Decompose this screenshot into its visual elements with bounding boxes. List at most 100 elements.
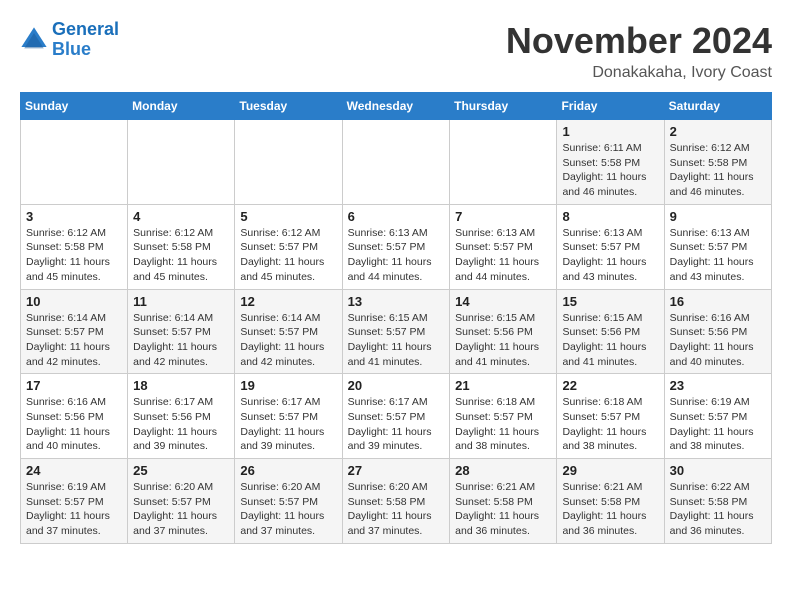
- calendar-cell: 3 Sunrise: 6:12 AMSunset: 5:58 PMDaylight…: [21, 204, 128, 289]
- title-block: November 2024 Donakakaha, Ivory Coast: [506, 20, 772, 82]
- calendar-week-row: 17 Sunrise: 6:16 AMSunset: 5:56 PMDayligh…: [21, 374, 772, 459]
- calendar-cell: 22 Sunrise: 6:18 AMSunset: 5:57 PMDayligh…: [557, 374, 664, 459]
- calendar-table: SundayMondayTuesdayWednesdayThursdayFrid…: [20, 92, 772, 544]
- day-info: Sunrise: 6:17 AMSunset: 5:57 PMDaylight:…: [240, 395, 336, 454]
- day-info: Sunrise: 6:12 AMSunset: 5:58 PMDaylight:…: [26, 226, 122, 285]
- day-number: 9: [670, 209, 766, 224]
- day-number: 14: [455, 294, 551, 309]
- day-number: 24: [26, 463, 122, 478]
- day-info: Sunrise: 6:20 AMSunset: 5:57 PMDaylight:…: [240, 480, 336, 539]
- calendar-cell: 7 Sunrise: 6:13 AMSunset: 5:57 PMDaylight…: [450, 204, 557, 289]
- day-number: 2: [670, 124, 766, 139]
- calendar-cell: 29 Sunrise: 6:21 AMSunset: 5:58 PMDayligh…: [557, 459, 664, 544]
- weekday-header-thursday: Thursday: [450, 93, 557, 120]
- day-number: 18: [133, 378, 229, 393]
- calendar-cell: 21 Sunrise: 6:18 AMSunset: 5:57 PMDayligh…: [450, 374, 557, 459]
- day-info: Sunrise: 6:16 AMSunset: 5:56 PMDaylight:…: [670, 311, 766, 370]
- day-info: Sunrise: 6:14 AMSunset: 5:57 PMDaylight:…: [26, 311, 122, 370]
- calendar-cell: 9Sunrise: 6:13 AMSunset: 5:57 PMDaylight…: [664, 204, 771, 289]
- calendar-cell: 14 Sunrise: 6:15 AMSunset: 5:56 PMDayligh…: [450, 289, 557, 374]
- day-number: 16: [670, 294, 766, 309]
- calendar-cell: 18Sunrise: 6:17 AMSunset: 5:56 PMDayligh…: [128, 374, 235, 459]
- day-info: Sunrise: 6:15 AMSunset: 5:57 PMDaylight:…: [348, 311, 445, 370]
- day-number: 25: [133, 463, 229, 478]
- day-number: 11: [133, 294, 229, 309]
- weekday-header-sunday: Sunday: [21, 93, 128, 120]
- calendar-cell: 1 Sunrise: 6:11 AMSunset: 5:58 PMDaylight…: [557, 120, 664, 205]
- calendar-cell: 19 Sunrise: 6:17 AMSunset: 5:57 PMDayligh…: [235, 374, 342, 459]
- calendar-week-row: 24 Sunrise: 6:19 AMSunset: 5:57 PMDayligh…: [21, 459, 772, 544]
- day-number: 22: [562, 378, 658, 393]
- day-info: Sunrise: 6:11 AMSunset: 5:58 PMDaylight:…: [562, 141, 658, 200]
- calendar-cell: 12 Sunrise: 6:14 AMSunset: 5:57 PMDayligh…: [235, 289, 342, 374]
- calendar-cell: [342, 120, 450, 205]
- day-info: Sunrise: 6:17 AMSunset: 5:57 PMDaylight:…: [348, 395, 445, 454]
- day-number: 6: [348, 209, 445, 224]
- day-number: 17: [26, 378, 122, 393]
- calendar-cell: [235, 120, 342, 205]
- day-info: Sunrise: 6:18 AMSunset: 5:57 PMDaylight:…: [455, 395, 551, 454]
- day-number: 21: [455, 378, 551, 393]
- day-number: 19: [240, 378, 336, 393]
- calendar-cell: 20 Sunrise: 6:17 AMSunset: 5:57 PMDayligh…: [342, 374, 450, 459]
- calendar-cell: 23Sunrise: 6:19 AMSunset: 5:57 PMDayligh…: [664, 374, 771, 459]
- calendar-cell: 11Sunrise: 6:14 AMSunset: 5:57 PMDayligh…: [128, 289, 235, 374]
- weekday-header-row: SundayMondayTuesdayWednesdayThursdayFrid…: [21, 93, 772, 120]
- calendar-cell: 13 Sunrise: 6:15 AMSunset: 5:57 PMDayligh…: [342, 289, 450, 374]
- calendar-cell: 5 Sunrise: 6:12 AMSunset: 5:57 PMDaylight…: [235, 204, 342, 289]
- calendar-cell: 17 Sunrise: 6:16 AMSunset: 5:56 PMDayligh…: [21, 374, 128, 459]
- day-info: Sunrise: 6:15 AMSunset: 5:56 PMDaylight:…: [455, 311, 551, 370]
- day-number: 5: [240, 209, 336, 224]
- day-info: Sunrise: 6:14 AMSunset: 5:57 PMDaylight:…: [240, 311, 336, 370]
- day-info: Sunrise: 6:15 AMSunset: 5:56 PMDaylight:…: [562, 311, 658, 370]
- calendar-cell: 28 Sunrise: 6:21 AMSunset: 5:58 PMDayligh…: [450, 459, 557, 544]
- day-info: Sunrise: 6:18 AMSunset: 5:57 PMDaylight:…: [562, 395, 658, 454]
- calendar-cell: 27Sunrise: 6:20 AMSunset: 5:58 PMDayligh…: [342, 459, 450, 544]
- day-number: 30: [670, 463, 766, 478]
- weekday-header-wednesday: Wednesday: [342, 93, 450, 120]
- calendar-cell: 24 Sunrise: 6:19 AMSunset: 5:57 PMDayligh…: [21, 459, 128, 544]
- day-info: Sunrise: 6:21 AMSunset: 5:58 PMDaylight:…: [455, 480, 551, 539]
- day-info: Sunrise: 6:16 AMSunset: 5:56 PMDaylight:…: [26, 395, 122, 454]
- logo-text: General Blue: [52, 20, 119, 60]
- day-number: 20: [348, 378, 445, 393]
- day-number: 12: [240, 294, 336, 309]
- day-number: 27: [348, 463, 445, 478]
- day-number: 10: [26, 294, 122, 309]
- day-info: Sunrise: 6:12 AMSunset: 5:58 PMDaylight:…: [670, 141, 766, 200]
- day-info: Sunrise: 6:21 AMSunset: 5:58 PMDaylight:…: [562, 480, 658, 539]
- calendar-cell: [21, 120, 128, 205]
- page-header: General Blue November 2024 Donakakaha, I…: [20, 20, 772, 82]
- day-number: 26: [240, 463, 336, 478]
- day-number: 7: [455, 209, 551, 224]
- day-number: 23: [670, 378, 766, 393]
- day-number: 1: [562, 124, 658, 139]
- day-info: Sunrise: 6:12 AMSunset: 5:57 PMDaylight:…: [240, 226, 336, 285]
- weekday-header-monday: Monday: [128, 93, 235, 120]
- day-info: Sunrise: 6:13 AMSunset: 5:57 PMDaylight:…: [562, 226, 658, 285]
- day-info: Sunrise: 6:19 AMSunset: 5:57 PMDaylight:…: [26, 480, 122, 539]
- calendar-cell: 30Sunrise: 6:22 AMSunset: 5:58 PMDayligh…: [664, 459, 771, 544]
- day-info: Sunrise: 6:20 AMSunset: 5:57 PMDaylight:…: [133, 480, 229, 539]
- day-number: 3: [26, 209, 122, 224]
- calendar-cell: 16 Sunrise: 6:16 AMSunset: 5:56 PMDayligh…: [664, 289, 771, 374]
- weekday-header-friday: Friday: [557, 93, 664, 120]
- location-title: Donakakaha, Ivory Coast: [506, 64, 772, 82]
- calendar-cell: [450, 120, 557, 205]
- weekday-header-saturday: Saturday: [664, 93, 771, 120]
- calendar-cell: 6 Sunrise: 6:13 AMSunset: 5:57 PMDaylight…: [342, 204, 450, 289]
- calendar-cell: 25 Sunrise: 6:20 AMSunset: 5:57 PMDayligh…: [128, 459, 235, 544]
- month-title: November 2024: [506, 20, 772, 62]
- day-number: 29: [562, 463, 658, 478]
- calendar-cell: 26 Sunrise: 6:20 AMSunset: 5:57 PMDayligh…: [235, 459, 342, 544]
- day-number: 13: [348, 294, 445, 309]
- day-number: 15: [562, 294, 658, 309]
- day-number: 8: [562, 209, 658, 224]
- day-info: Sunrise: 6:13 AMSunset: 5:57 PMDaylight:…: [348, 226, 445, 285]
- calendar-week-row: 3 Sunrise: 6:12 AMSunset: 5:58 PMDaylight…: [21, 204, 772, 289]
- weekday-header-tuesday: Tuesday: [235, 93, 342, 120]
- calendar-cell: 2 Sunrise: 6:12 AMSunset: 5:58 PMDaylight…: [664, 120, 771, 205]
- day-number: 28: [455, 463, 551, 478]
- calendar-cell: 8 Sunrise: 6:13 AMSunset: 5:57 PMDaylight…: [557, 204, 664, 289]
- day-info: Sunrise: 6:13 AMSunset: 5:57 PMDaylight:…: [455, 226, 551, 285]
